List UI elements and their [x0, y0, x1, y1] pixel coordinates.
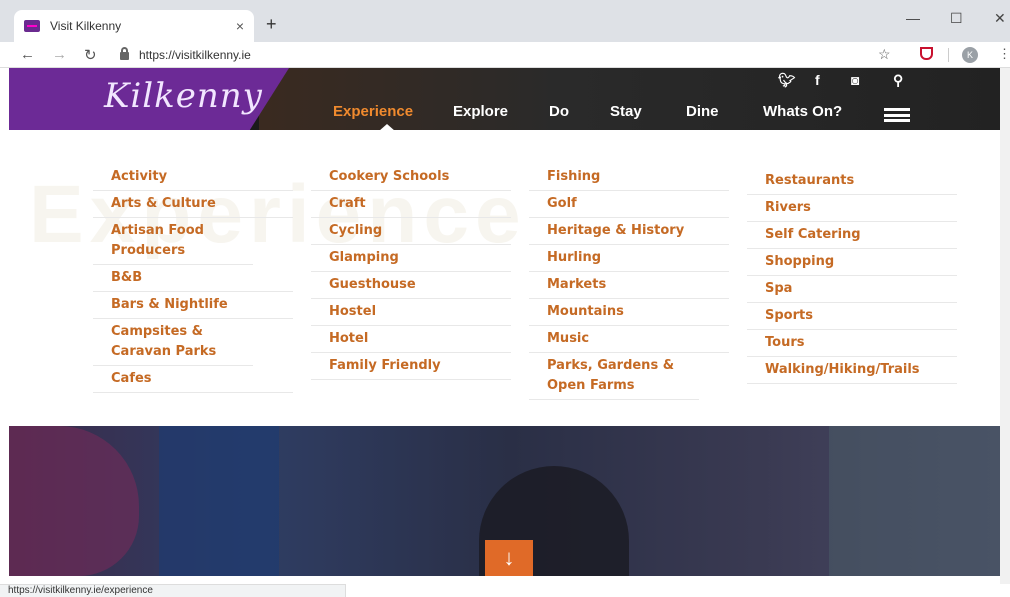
new-tab-button[interactable]: +: [266, 14, 277, 35]
menu-item[interactable]: Restaurants: [747, 168, 957, 195]
browser-tab[interactable]: Visit Kilkenny ×: [14, 10, 254, 42]
close-tab-icon[interactable]: ×: [236, 18, 244, 34]
hero-photo-region: [159, 426, 279, 576]
profile-avatar[interactable]: K: [962, 47, 978, 63]
hero-photo-region: [9, 426, 139, 576]
nav-dine[interactable]: Dine: [686, 103, 719, 120]
menu-item[interactable]: Bars & Nightlife: [93, 292, 293, 319]
kilkenny-logo: Kilkenny: [104, 76, 263, 116]
experience-mega-menu: Experience Activity Arts & Culture Artis…: [9, 130, 1010, 426]
url-text: https://visitkilkenny.ie: [139, 48, 251, 62]
menu-item[interactable]: Artisan Food Producers: [93, 218, 253, 265]
menu-item[interactable]: Tours: [747, 330, 957, 357]
menu-item[interactable]: Hotel: [311, 326, 511, 353]
menu-item[interactable]: Cookery Schools: [311, 164, 511, 191]
menu-item[interactable]: Sports: [747, 303, 957, 330]
tab-title: Visit Kilkenny: [50, 19, 122, 33]
menu-item[interactable]: Spa: [747, 276, 957, 303]
maximize-icon[interactable]: ☐: [950, 10, 963, 27]
hero-photo-region: [829, 426, 1010, 576]
menu-column-4: Restaurants Rivers Self Catering Shoppin…: [747, 168, 957, 384]
nav-explore[interactable]: Explore: [453, 103, 508, 120]
bookmark-star-icon[interactable]: ☆: [878, 46, 891, 63]
menu-item[interactable]: Markets: [529, 272, 729, 299]
url-input[interactable]: https://visitkilkenny.ie: [120, 45, 880, 65]
kilkenny-favicon-icon: [24, 20, 40, 32]
page-scrollbar[interactable]: [1000, 68, 1010, 584]
menu-item[interactable]: Cafes: [93, 366, 293, 393]
menu-item[interactable]: Walking/Hiking/Trails: [747, 357, 957, 384]
nav-whats-on[interactable]: Whats On?: [763, 103, 842, 120]
hero-image: ↓: [9, 426, 1010, 576]
twitter-icon[interactable]: 🐦︎: [778, 72, 796, 89]
search-icon[interactable]: ⚲: [893, 72, 903, 89]
forward-arrow-icon[interactable]: →: [52, 46, 67, 63]
menu-item[interactable]: Hostel: [311, 299, 511, 326]
close-window-icon[interactable]: ✕: [994, 10, 1006, 27]
menu-item[interactable]: Cycling: [311, 218, 511, 245]
toolbar-divider: [948, 48, 949, 62]
menu-item[interactable]: Mountains: [529, 299, 729, 326]
menu-item[interactable]: Heritage & History: [529, 218, 729, 245]
menu-item[interactable]: Rivers: [747, 195, 957, 222]
menu-item[interactable]: Self Catering: [747, 222, 957, 249]
browser-menu-icon[interactable]: ⋮: [998, 46, 1010, 62]
hamburger-menu-icon[interactable]: [884, 108, 910, 122]
status-bar-url: https://visitkilkenny.ie/experience: [0, 584, 346, 597]
site-header: Kilkenny 🐦︎ f ◙ ⚲ Experience Explore Do …: [9, 68, 1010, 130]
back-arrow-icon[interactable]: ←: [20, 46, 35, 63]
logo-block[interactable]: Kilkenny: [9, 68, 289, 130]
scroll-down-arrow-icon[interactable]: ↓: [485, 540, 533, 576]
menu-item[interactable]: Golf: [529, 191, 729, 218]
reload-icon[interactable]: ↻: [84, 46, 97, 64]
menu-column-1: Activity Arts & Culture Artisan Food Pro…: [93, 164, 293, 393]
minimize-icon[interactable]: —: [906, 10, 920, 26]
address-bar-row: ← → ↻ https://visitkilkenny.ie ☆ K ⋮: [0, 42, 1010, 68]
menu-item[interactable]: B&B: [93, 265, 293, 292]
menu-item[interactable]: Campsites & Caravan Parks: [93, 319, 253, 366]
menu-item[interactable]: Fishing: [529, 164, 729, 191]
menu-item[interactable]: Glamping: [311, 245, 511, 272]
facebook-icon[interactable]: f: [815, 72, 820, 88]
nav-do[interactable]: Do: [549, 103, 569, 120]
browser-tab-bar: Visit Kilkenny × + — ☐ ✕: [0, 0, 1010, 42]
menu-item[interactable]: Activity: [93, 164, 293, 191]
menu-item[interactable]: Family Friendly: [311, 353, 511, 380]
nav-stay[interactable]: Stay: [610, 103, 642, 120]
menu-item[interactable]: Guesthouse: [311, 272, 511, 299]
nav-experience[interactable]: Experience: [333, 103, 413, 120]
extension-shield-icon[interactable]: [920, 47, 933, 60]
menu-column-2: Cookery Schools Craft Cycling Glamping G…: [311, 164, 511, 380]
menu-item[interactable]: Arts & Culture: [93, 191, 293, 218]
lock-icon: [120, 47, 129, 60]
menu-column-3: Fishing Golf Heritage & History Hurling …: [529, 164, 729, 400]
menu-item[interactable]: Shopping: [747, 249, 957, 276]
menu-item[interactable]: Music: [529, 326, 729, 353]
instagram-icon[interactable]: ◙: [851, 72, 859, 88]
menu-item[interactable]: Parks, Gardens & Open Farms: [529, 353, 699, 400]
menu-item[interactable]: Hurling: [529, 245, 729, 272]
menu-item[interactable]: Craft: [311, 191, 511, 218]
